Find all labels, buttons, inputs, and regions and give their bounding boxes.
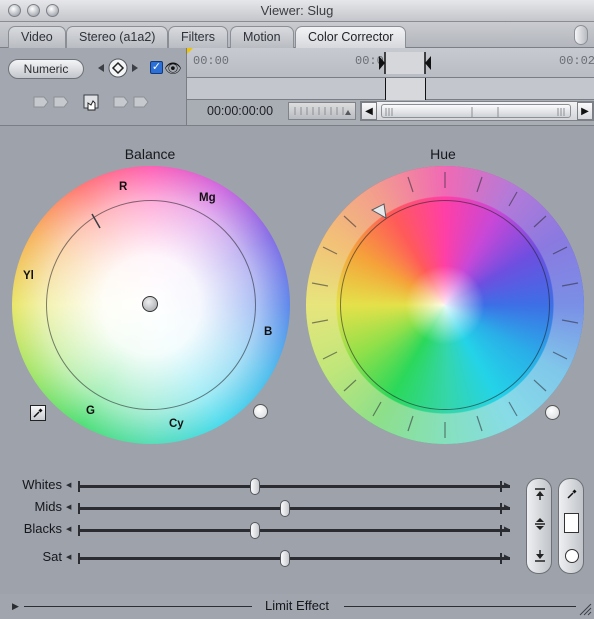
sat-left-arrow[interactable]: ◀ [66,553,71,561]
balance-letter-r: R [119,181,128,193]
tab-bar: Video Stereo (a1a2) Filters Motion Color… [0,22,594,48]
blacks-right-arrow[interactable]: ▶ [504,525,509,533]
balance-letter-mg: Mg [199,192,216,204]
in-out-markers[interactable] [377,52,437,74]
balance-letter-cy: Cy [169,418,184,430]
timeline-ruler[interactable]: 00:00 00:00 00:02 [186,48,594,78]
keyframe-nav[interactable] [96,57,140,79]
mids-left-arrow[interactable]: ◀ [66,503,71,511]
blacks-thumb[interactable] [250,522,261,539]
mids-track[interactable] [78,507,510,510]
timecode-display[interactable]: 00:00:00:00 [207,104,273,118]
in-out-range [385,78,425,100]
limit-effect-bar[interactable]: ▶ Limit Effect [0,594,594,619]
blacks-track[interactable] [78,529,510,532]
mids-thumb[interactable] [279,500,290,517]
slider-sat: Sat ◀ ▶ [0,548,520,568]
balance-reset-button[interactable] [253,404,268,419]
color-swatch-icon[interactable] [564,513,579,533]
whites-arrow-icon[interactable] [533,487,547,501]
tab-video[interactable]: Video [8,26,66,48]
hue-angle-indicator[interactable] [370,203,387,219]
timeline-end-label: 00:02 [559,54,594,68]
mids-right-arrow[interactable]: ▶ [504,503,509,511]
reset-icon[interactable] [565,549,579,563]
slider-whites-label: Whites [22,477,62,492]
tab-stereo[interactable]: Stereo (a1a2) [66,26,169,48]
playhead-marker-icon [187,48,193,54]
eyedropper-icon[interactable] [565,487,579,501]
sat-thumb[interactable] [279,550,290,567]
slider-sat-label: Sat [42,549,62,564]
auto-level-buttons [526,478,552,574]
view-checkbox[interactable]: ✓ [150,61,163,74]
hue-tool-buttons [558,478,584,574]
eyedropper-icon[interactable] [30,405,46,421]
slider-blacks-label: Blacks [23,521,62,536]
slider-mids: Mids ◀ ▶ [0,498,520,518]
tab-filters[interactable]: Filters [168,26,229,48]
balance-control-puck[interactable] [142,296,158,312]
hue-title: Hue [430,146,456,162]
eye-icon: 👁 [164,60,182,76]
tab-color-corrector[interactable]: Color Corrector [295,26,407,48]
slider-whites: Whites ◀ ▶ [0,476,520,496]
balance-letter-b: B [264,326,273,338]
tab-motion[interactable]: Motion [230,26,294,48]
whites-thumb[interactable] [250,478,261,495]
sat-track[interactable] [78,557,510,560]
timeline-start-label: 00:00 [193,54,230,68]
zoom-scrollbar[interactable]: ◀ ▶ [360,101,594,121]
mids-arrow-icon[interactable] [533,517,547,531]
window-title: Viewer: Slug [260,3,334,18]
whites-right-arrow[interactable]: ▶ [504,481,509,489]
hue-reset-button[interactable] [545,405,560,420]
scroll-right-arrow[interactable]: ▶ [577,102,593,120]
balance-letter-g: G [86,405,95,417]
blacks-left-arrow[interactable]: ◀ [66,525,71,533]
title-bar: Viewer: Slug [0,0,594,22]
tab-scroll-control[interactable] [574,25,588,45]
scroll-thumb[interactable] [381,104,571,118]
viewer-window: Viewer: Slug Video Stereo (a1a2) Filters… [0,0,594,619]
sat-right-arrow[interactable]: ▶ [504,553,509,561]
whites-left-arrow[interactable]: ◀ [66,481,71,489]
jog-control[interactable] [288,102,356,120]
balance-title: Balance [124,146,176,162]
balance-letter-yl: Yl [23,270,34,282]
timeline-track[interactable] [186,78,594,100]
hue-ring-ticks [311,172,579,438]
balance-angle-tick [91,213,101,229]
keyframe-buttons[interactable] [32,92,162,112]
numeric-button[interactable]: Numeric [8,59,84,79]
whites-track[interactable] [78,485,510,488]
resize-grip-icon[interactable] [578,602,592,616]
slider-blacks: Blacks ◀ ▶ [0,520,520,540]
slider-mids-label: Mids [34,499,62,514]
blacks-arrow-icon[interactable] [533,549,547,563]
scroll-left-arrow[interactable]: ◀ [361,102,377,120]
